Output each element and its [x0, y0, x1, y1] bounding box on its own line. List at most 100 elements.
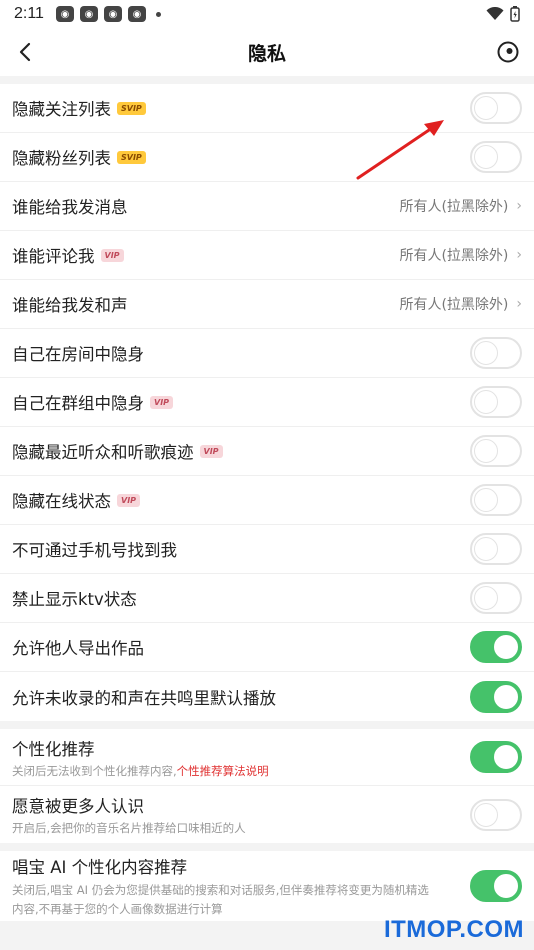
wifi-icon [486, 7, 504, 20]
toggle-switch[interactable] [470, 141, 522, 173]
nav-bar: 隐私 [0, 28, 534, 76]
chevron-right-icon: › [516, 247, 522, 263]
setting-row: 唱宝 AI 个性化内容推荐关闭后,唱宝 AI 仍会为您提供基础的搜索和对话服务,… [0, 851, 534, 921]
toggle-switch[interactable] [470, 631, 522, 663]
setting-label: 谁能给我发消息 [12, 198, 128, 217]
toggle-knob [494, 635, 518, 659]
toggle-knob [494, 874, 518, 898]
notification-icon: ◉ [55, 6, 74, 22]
watermark: ITMOP.COM [383, 916, 524, 943]
toggle-knob [474, 390, 498, 414]
setting-row: 隐藏最近听众和听歌痕迹 VIP [0, 427, 534, 476]
toggle-switch[interactable] [470, 484, 522, 516]
vip-badge: VIP [150, 395, 174, 409]
toggle-knob [474, 341, 498, 365]
setting-description: 开启后,会把你的音乐名片推荐给口味相近的人 [12, 820, 246, 836]
more-notifications-icon [155, 11, 161, 17]
toggle-switch[interactable] [470, 798, 522, 831]
toggle-knob [474, 145, 498, 169]
toggle-switch[interactable] [470, 337, 522, 369]
toggle-switch[interactable] [470, 435, 522, 467]
toggle-switch[interactable] [470, 741, 522, 773]
toggle-switch[interactable] [470, 870, 522, 902]
setting-label: 允许未收录的和声在共鸣里默认播放 [12, 688, 276, 708]
setting-row: 不可通过手机号找到我 [0, 525, 534, 574]
setting-row: 禁止显示ktv状态 [0, 574, 534, 623]
toggle-knob [474, 586, 498, 610]
setting-label: 自己在群组中隐身 [12, 394, 144, 413]
setting-row: 允许未收录的和声在共鸣里默认播放 [0, 672, 534, 721]
setting-value[interactable]: 所有人(拉黑除外) › [399, 196, 522, 216]
setting-label: 隐藏最近听众和听歌痕迹 [12, 443, 194, 462]
setting-label: 谁能给我发和声 [12, 296, 128, 315]
setting-value[interactable]: 所有人(拉黑除外) › [399, 294, 522, 314]
setting-label: 唱宝 AI 个性化内容推荐 [12, 857, 188, 877]
setting-row: 愿意被更多人认识开启后,会把你的音乐名片推荐给口味相近的人 [0, 786, 534, 843]
algorithm-explanation-link[interactable]: 个性推荐算法说明 [177, 764, 269, 778]
status-time: 2:11 [14, 5, 44, 22]
setting-label: 自己在房间中隐身 [12, 345, 144, 364]
battery-icon [510, 6, 520, 22]
toggle-switch[interactable] [470, 680, 522, 713]
setting-label: 禁止显示ktv状态 [12, 590, 137, 609]
setting-row: 自己在群组中隐身 VIP [0, 378, 534, 427]
setting-row[interactable]: 谁能给我发和声 所有人(拉黑除外) › [0, 280, 534, 329]
page-title: 隐私 [247, 42, 286, 65]
setting-label: 允许他人导出作品 [12, 639, 144, 658]
setting-row: 隐藏关注列表 SVIP [0, 84, 534, 133]
toggle-switch[interactable] [470, 533, 522, 565]
setting-description: 关闭后,唱宝 AI 仍会为您提供基础的搜索和对话服务,但伴奏推荐将变更为随机精选… [12, 881, 440, 919]
notification-icon: ◉ [127, 6, 146, 22]
setting-description: 关闭后无法收到个性化推荐内容,个性推荐算法说明 [12, 763, 269, 779]
setting-label: 隐藏粉丝列表 [12, 149, 111, 168]
toggle-switch[interactable] [470, 582, 522, 614]
setting-label: 谁能评论我 [12, 247, 95, 266]
toggle-knob [474, 488, 498, 512]
toggle-knob [474, 96, 498, 120]
setting-value-text: 所有人(拉黑除外) [399, 199, 509, 215]
setting-row[interactable]: 谁能给我发消息 所有人(拉黑除外) › [0, 182, 534, 231]
setting-row: 允许他人导出作品 [0, 623, 534, 672]
recommendation-settings-group: 个性化推荐 关闭后无法收到个性化推荐内容,个性推荐算法说明 愿意被更多人认识 开启后,… [0, 729, 534, 843]
vip-badge: VIP [117, 493, 141, 507]
setting-value-text: 所有人(拉黑除外) [399, 297, 509, 313]
setting-value-text: 所有人(拉黑除外) [399, 248, 509, 264]
record-disc-icon[interactable] [496, 40, 520, 64]
setting-row: 隐藏粉丝列表 SVIP [0, 133, 534, 182]
vip-badge: VIP [100, 248, 124, 262]
setting-texts: 愿意被更多人认识开启后,会把你的音乐名片推荐给口味相近的人 [12, 793, 246, 836]
setting-description-text: 开启后,会把你的音乐名片推荐给口味相近的人 [12, 821, 246, 835]
setting-description-text: 关闭后无法收到个性化推荐内容, [12, 763, 177, 778]
notification-icon: ◉ [79, 6, 98, 22]
setting-row: 隐藏在线状态 VIP [0, 476, 534, 525]
vip-badge: VIP [199, 444, 223, 458]
toggle-knob [474, 439, 498, 463]
svip-badge: SVIP [117, 101, 146, 115]
privacy-settings-group: 隐藏关注列表 SVIP 隐藏粉丝列表 SVIP 谁能给我发消息 所有人(拉黑除外) › 谁能评… [0, 84, 534, 721]
toggle-switch[interactable] [470, 92, 522, 124]
notification-icon: ◉ [103, 6, 122, 22]
setting-label: 愿意被更多人认识 [12, 797, 144, 816]
toggle-knob [474, 802, 498, 827]
setting-label: 个性化推荐 [12, 739, 95, 759]
ai-settings-group: 唱宝 AI 个性化内容推荐关闭后,唱宝 AI 仍会为您提供基础的搜索和对话服务,… [0, 851, 534, 921]
svip-badge: SVIP [117, 150, 146, 164]
setting-label: 不可通过手机号找到我 [12, 541, 177, 560]
setting-description-text: 关闭后,唱宝 AI 仍会为您提供基础的搜索和对话服务,但伴奏推荐将变更为随机精选… [12, 882, 429, 916]
setting-row: 个性化推荐关闭后无法收到个性化推荐内容,个性推荐算法说明 [0, 729, 534, 786]
setting-value[interactable]: 所有人(拉黑除外) › [399, 245, 522, 265]
setting-row: 自己在房间中隐身 [0, 329, 534, 378]
setting-texts: 个性化推荐关闭后无法收到个性化推荐内容,个性推荐算法说明 [12, 736, 269, 779]
toggle-knob [494, 745, 518, 769]
setting-row[interactable]: 谁能评论我 VIP 所有人(拉黑除外) › [0, 231, 534, 280]
chevron-right-icon: › [516, 296, 522, 312]
back-arrow-icon[interactable] [14, 40, 38, 64]
toggle-knob [494, 684, 518, 709]
chevron-right-icon: › [516, 198, 522, 214]
setting-texts: 唱宝 AI 个性化内容推荐关闭后,唱宝 AI 仍会为您提供基础的搜索和对话服务,… [12, 854, 440, 919]
setting-label: 隐藏关注列表 [12, 100, 111, 119]
status-bar: 2:11 ◉ ◉ ◉ ◉ [0, 0, 534, 28]
setting-label: 隐藏在线状态 [12, 492, 111, 511]
toggle-switch[interactable] [470, 386, 522, 418]
toggle-knob [474, 537, 498, 561]
